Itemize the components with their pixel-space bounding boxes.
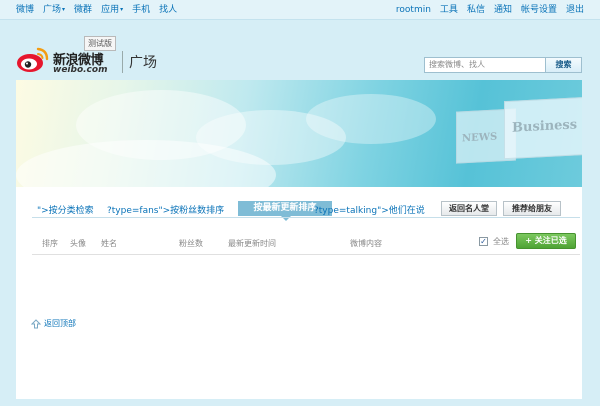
weibo-eye-icon	[17, 47, 49, 72]
col-avatar: 头像	[70, 239, 86, 248]
tab-talking[interactable]: ?type=talking">他们在说	[314, 203, 425, 216]
nav-find-people[interactable]: 找人	[159, 5, 177, 15]
back-to-hall-of-fame-button[interactable]: 返回名人堂	[441, 201, 497, 216]
main-panel: ">按分类检索 ?type=fans">按粉丝数排序 按最新更新排序 ?type…	[16, 187, 582, 399]
tab-divider	[32, 217, 580, 218]
follow-selected-label: 关注已选	[534, 236, 567, 245]
back-to-top-label: 返回顶部	[44, 319, 76, 328]
nav-weibo[interactable]: 微博	[16, 5, 34, 15]
arrow-up-icon	[31, 318, 41, 328]
top-nav-left: 微博 广场▾ 微群 应用▾ 手机 找人	[16, 5, 177, 15]
section-title: 广场	[129, 55, 157, 71]
col-last-update: 最新更新时间	[228, 239, 276, 248]
follow-selected-button[interactable]: + 关注已选	[516, 233, 576, 249]
select-all-label: 全选	[493, 237, 509, 246]
site-logo[interactable]: 新浪微博 weibo.com 测试版 广场	[16, 36, 196, 76]
search-input[interactable]: 搜索微博、找人	[424, 57, 546, 73]
nav-mobile[interactable]: 手机	[132, 5, 150, 15]
beta-badge: 测试版	[84, 36, 116, 51]
plus-icon: +	[525, 236, 532, 245]
tab-by-category[interactable]: ">按分类检索	[37, 203, 94, 216]
tab-bar: ">按分类检索 ?type=fans">按粉丝数排序 按最新更新排序 ?type…	[32, 187, 582, 221]
tab-by-fans[interactable]: ?type=fans">按粉丝数排序	[107, 203, 224, 216]
nav-square-label: 广场	[43, 5, 62, 15]
logo-domain: weibo.com	[53, 65, 108, 75]
table-header: 排序 头像 姓名 粉丝数 最新更新时间 微博内容 ✓ 全选 + 关注已选	[32, 233, 580, 255]
chevron-down-icon: ▾	[62, 6, 66, 13]
nav-username[interactable]: rootmin	[396, 5, 431, 15]
nav-account-settings[interactable]: 帐号设置	[521, 5, 557, 15]
logo-divider	[122, 51, 123, 73]
header-banner: NEWS Business	[16, 80, 582, 187]
recommend-to-friends-button[interactable]: 推荐给朋友	[503, 201, 561, 216]
nav-notifications[interactable]: 通知	[494, 5, 512, 15]
col-fans: 粉丝数	[179, 239, 203, 248]
banner-cloud	[306, 94, 436, 144]
nav-square[interactable]: 广场▾	[43, 5, 65, 15]
nav-tools[interactable]: 工具	[440, 5, 458, 15]
banner-newspaper: NEWS Business	[456, 96, 582, 173]
col-rank: 排序	[42, 239, 58, 248]
back-to-top-link[interactable]: 返回顶部	[31, 318, 76, 329]
col-name: 姓名	[101, 239, 117, 248]
search-button[interactable]: 搜索	[545, 57, 582, 73]
chevron-down-icon: ▾	[120, 6, 124, 13]
col-weibo-content: 微博内容	[350, 239, 382, 248]
nav-messages[interactable]: 私信	[467, 5, 485, 15]
nav-groups[interactable]: 微群	[74, 5, 92, 15]
nav-apps-label: 应用	[101, 5, 120, 15]
top-nav-right: rootmin 工具 私信 通知 帐号设置 退出	[396, 5, 584, 15]
banner-news-text: NEWS	[462, 131, 498, 145]
top-nav-bar: 微博 广场▾ 微群 应用▾ 手机 找人 rootmin 工具 私信 通知 帐号设…	[0, 0, 600, 20]
nav-logout[interactable]: 退出	[566, 5, 584, 15]
nav-apps[interactable]: 应用▾	[101, 5, 123, 15]
select-all-checkbox[interactable]: ✓	[479, 237, 488, 246]
